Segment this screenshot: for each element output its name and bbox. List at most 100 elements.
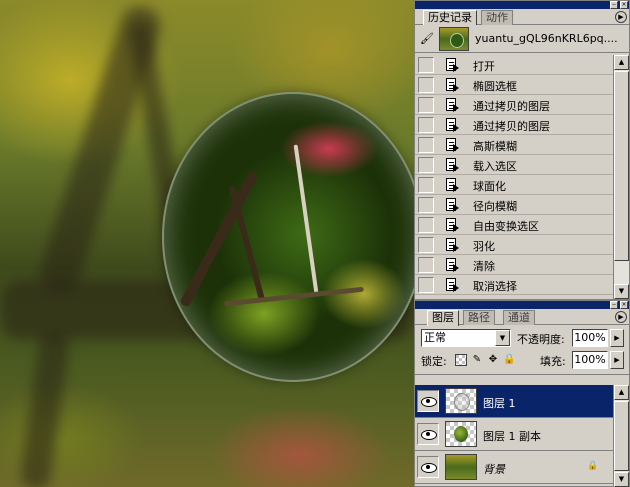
- tab-channels[interactable]: 通道: [503, 310, 535, 325]
- history-item[interactable]: 羽化: [415, 235, 615, 255]
- history-item[interactable]: 打开: [415, 55, 615, 75]
- history-item[interactable]: 清除: [415, 255, 615, 275]
- history-item-label: 通过拷贝的图层: [473, 120, 550, 133]
- layer-thumbnail: [445, 454, 477, 480]
- visibility-eye-icon[interactable]: [417, 456, 439, 478]
- visibility-eye-icon[interactable]: [417, 390, 439, 412]
- history-brush-source-checkbox[interactable]: [418, 177, 434, 193]
- history-item[interactable]: 自由变换选区: [415, 215, 615, 235]
- scroll-thumb[interactable]: [614, 401, 629, 471]
- history-item[interactable]: 通过拷贝的图层: [415, 95, 615, 115]
- scroll-up-icon[interactable]: ▲: [614, 385, 629, 400]
- history-item-label: 球面化: [473, 180, 506, 193]
- history-item[interactable]: 载入选区: [415, 155, 615, 175]
- image-canvas[interactable]: [0, 0, 414, 487]
- tab-paths[interactable]: 路径: [463, 310, 495, 325]
- history-brush-source-checkbox[interactable]: [418, 137, 434, 153]
- panel-menu-arrow-icon[interactable]: ▶: [615, 11, 627, 23]
- fill-label: 填充:: [540, 355, 566, 368]
- history-brush-source-checkbox[interactable]: [418, 257, 434, 273]
- lock-label: 锁定:: [421, 355, 447, 368]
- blend-mode-value: 正常: [424, 331, 446, 344]
- layer-name: 图层 1: [483, 397, 516, 410]
- history-item-label: 打开: [473, 60, 495, 73]
- layer-lock-icon: 🔒: [587, 461, 599, 471]
- history-step-icon: [445, 278, 459, 292]
- lock-paint-brush-icon[interactable]: ✎: [471, 354, 483, 366]
- minimize-icon[interactable]: ‒: [610, 1, 618, 9]
- tab-layers[interactable]: 图层: [427, 310, 459, 326]
- history-item[interactable]: 球面化: [415, 175, 615, 195]
- history-item[interactable]: 椭圆选框: [415, 75, 615, 95]
- history-step-icon: [445, 178, 459, 192]
- opacity-arrow-icon[interactable]: ▶: [610, 329, 624, 347]
- lock-all-icon[interactable]: 🔒: [503, 354, 515, 366]
- layers-tabs: 图层 路径 通道 ▶: [415, 309, 629, 326]
- history-brush-source-checkbox[interactable]: [418, 117, 434, 133]
- history-item-label: 载入选区: [473, 160, 517, 173]
- layers-scrollbar[interactable]: ▲ ▼: [613, 385, 629, 487]
- visibility-eye-icon[interactable]: [417, 423, 439, 445]
- fill-field[interactable]: 100%: [572, 351, 608, 369]
- blurred-trunk: [19, 328, 71, 487]
- branch: [293, 144, 319, 294]
- history-brush-source-checkbox[interactable]: [418, 217, 434, 233]
- history-tabs: 历史记录 动作 ▶: [415, 9, 629, 26]
- history-item-label: 通过拷贝的图层: [473, 100, 550, 113]
- history-item[interactable]: 通过拷贝的图层: [415, 115, 615, 135]
- layer-row-background[interactable]: 背景 🔒: [415, 451, 615, 484]
- blend-mode-select[interactable]: 正常 ▼: [421, 329, 511, 347]
- scroll-down-icon[interactable]: ▼: [614, 284, 629, 299]
- history-brush-source-icon[interactable]: 🖌: [419, 31, 435, 47]
- close-icon[interactable]: ×: [620, 1, 628, 9]
- history-brush-source-checkbox[interactable]: [418, 157, 434, 173]
- tab-history[interactable]: 历史记录: [423, 10, 477, 26]
- history-brush-source-checkbox[interactable]: [418, 277, 434, 293]
- history-step-icon: [445, 238, 459, 252]
- history-step-icon: [445, 58, 459, 72]
- layer-row-layer1-copy[interactable]: 图层 1 副本: [415, 418, 615, 451]
- history-item-label: 清除: [473, 260, 495, 273]
- tab-actions[interactable]: 动作: [481, 10, 513, 25]
- history-item[interactable]: 高斯模糊: [415, 135, 615, 155]
- history-brush-source-checkbox[interactable]: [418, 57, 434, 73]
- opacity-field[interactable]: 100%: [572, 329, 608, 347]
- history-scrollbar[interactable]: ▲ ▼: [613, 55, 629, 299]
- history-item-label: 径向模糊: [473, 200, 517, 213]
- layer-controls: 正常 ▼ 不透明度: 100% ▶ 锁定: ✎ ✥ 🔒 填充: 100% ▶: [415, 325, 629, 375]
- history-step-icon: [445, 78, 459, 92]
- history-item[interactable]: 径向模糊: [415, 195, 615, 215]
- history-item-label: 羽化: [473, 240, 495, 253]
- history-panel: ‒ × 历史记录 动作 ▶ 🖌 yuantu_gQL96nKRL6pq.... …: [414, 0, 630, 300]
- history-item-label: 取消选择: [473, 280, 517, 293]
- history-item-label: 椭圆选框: [473, 80, 517, 93]
- layers-titlebar[interactable]: ‒ ×: [415, 301, 629, 309]
- minimize-icon[interactable]: ‒: [610, 301, 618, 309]
- history-titlebar[interactable]: ‒ ×: [415, 1, 629, 9]
- layer-thumbnail: [445, 421, 477, 447]
- scroll-down-icon[interactable]: ▼: [614, 472, 629, 487]
- scroll-thumb[interactable]: [614, 71, 629, 261]
- close-icon[interactable]: ×: [620, 301, 628, 309]
- lock-move-icon[interactable]: ✥: [487, 354, 499, 366]
- panel-menu-arrow-icon[interactable]: ▶: [615, 311, 627, 323]
- layers-panel: ‒ × 图层 路径 通道 ▶ 正常 ▼ 不透明度: 100% ▶ 锁定: ✎ ✥…: [414, 300, 630, 487]
- fill-arrow-icon[interactable]: ▶: [610, 351, 624, 369]
- layer-row-layer1[interactable]: 图层 1: [415, 385, 615, 418]
- history-list: 打开椭圆选框通过拷贝的图层 通过拷贝的图层高斯模糊载入选区球面化径向模糊自由变换选…: [415, 55, 615, 299]
- glass-sphere: [162, 92, 414, 382]
- history-brush-source-checkbox[interactable]: [418, 97, 434, 113]
- history-step-icon: [445, 138, 459, 152]
- branch: [224, 286, 364, 307]
- history-step-icon: [445, 98, 459, 112]
- chevron-down-icon[interactable]: ▼: [495, 330, 510, 346]
- history-snapshot[interactable]: 🖌 yuantu_gQL96nKRL6pq....: [415, 25, 629, 53]
- scroll-up-icon[interactable]: ▲: [614, 55, 629, 70]
- history-item[interactable]: 取消选择: [415, 275, 615, 295]
- history-step-icon: [445, 258, 459, 272]
- lock-transparency-icon[interactable]: [455, 354, 467, 366]
- history-brush-source-checkbox[interactable]: [418, 197, 434, 213]
- opacity-label: 不透明度:: [517, 333, 565, 346]
- history-brush-source-checkbox[interactable]: [418, 237, 434, 253]
- history-brush-source-checkbox[interactable]: [418, 77, 434, 93]
